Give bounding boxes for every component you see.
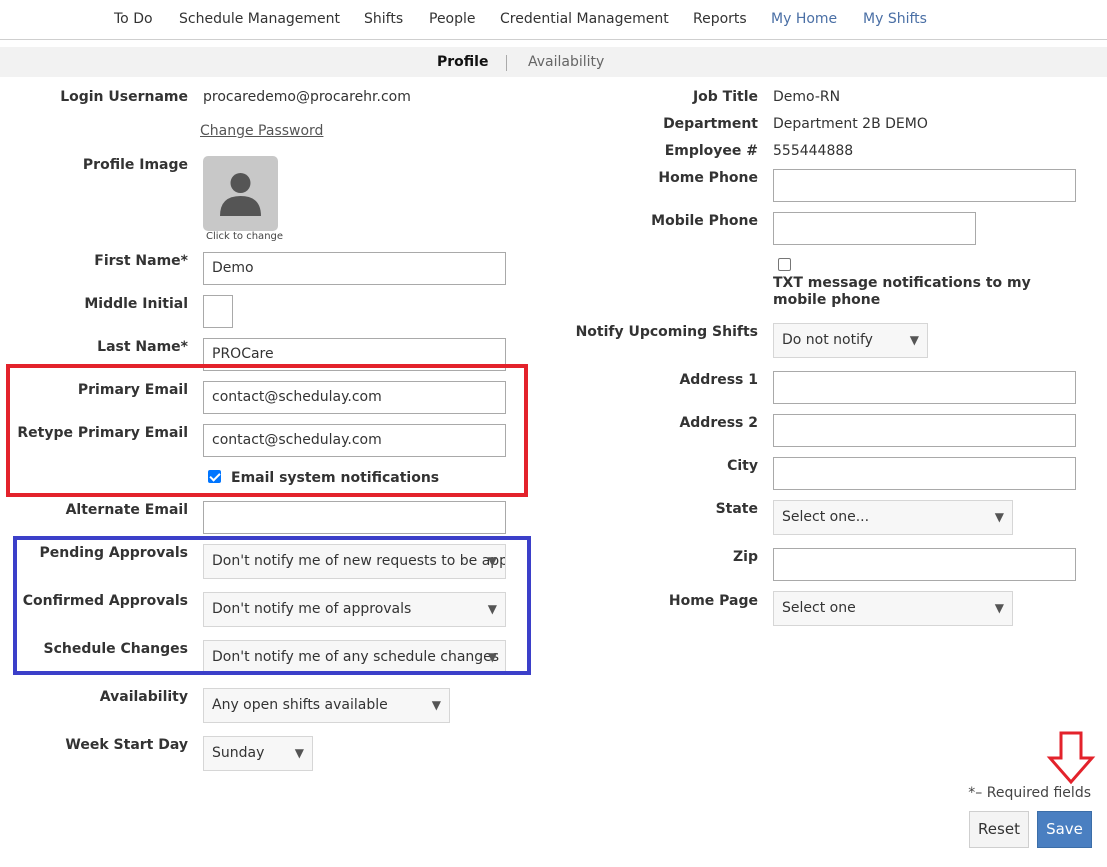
tab-availability[interactable]: Availability	[528, 54, 604, 70]
availability-value: Any open shifts available	[212, 697, 388, 713]
first-name-label: First Name*	[94, 253, 188, 269]
first-name-input[interactable]: Demo	[203, 252, 506, 285]
nav-credential-management[interactable]: Credential Management	[500, 11, 669, 27]
home-page-label: Home Page	[668, 593, 758, 609]
txt-notifications-checkbox[interactable]	[778, 258, 791, 271]
tab-divider	[506, 55, 507, 71]
state-label: State	[715, 501, 758, 517]
last-name-label: Last Name*	[97, 339, 188, 355]
address1-label: Address 1	[679, 372, 758, 388]
nav-shifts[interactable]: Shifts	[364, 11, 403, 27]
change-password-link[interactable]: Change Password	[200, 123, 323, 139]
week-start-label: Week Start Day	[65, 737, 188, 753]
home-page-value: Select one	[782, 600, 856, 616]
notify-shifts-select[interactable]: Do not notify ▼	[773, 323, 928, 358]
address1-input[interactable]	[773, 371, 1076, 404]
chevron-down-icon: ▼	[994, 601, 1004, 615]
state-value: Select one...	[782, 509, 870, 525]
login-username-label: Login Username	[60, 89, 188, 105]
alternate-email-label: Alternate Email	[65, 502, 188, 518]
home-phone-label: Home Phone	[658, 170, 758, 186]
zip-input[interactable]	[773, 548, 1076, 581]
save-button[interactable]: Save	[1037, 811, 1092, 848]
department-label: Department	[663, 116, 758, 132]
availability-select[interactable]: Any open shifts available ▼	[203, 688, 450, 723]
employee-number-label: Employee #	[664, 143, 758, 159]
city-label: City	[727, 458, 758, 474]
address2-label: Address 2	[679, 415, 758, 431]
alternate-email-input[interactable]	[203, 501, 506, 534]
chevron-down-icon: ▼	[994, 510, 1004, 524]
nav-schedule-management[interactable]: Schedule Management	[179, 11, 340, 27]
required-fields-note: *– Required fields	[968, 785, 1091, 801]
middle-initial-input[interactable]	[203, 295, 233, 328]
profile-image[interactable]	[203, 156, 278, 231]
job-title-value: Demo-RN	[773, 89, 841, 105]
nav-reports[interactable]: Reports	[693, 11, 747, 27]
nav-my-home[interactable]: My Home	[771, 11, 837, 27]
notify-shifts-value: Do not notify	[782, 332, 873, 348]
middle-initial-label: Middle Initial	[84, 296, 188, 312]
state-select[interactable]: Select one... ▼	[773, 500, 1013, 535]
week-start-value: Sunday	[212, 745, 265, 761]
login-username-value: procaredemo@procarehr.com	[203, 89, 411, 105]
home-page-select[interactable]: Select one ▼	[773, 591, 1013, 626]
mobile-phone-input[interactable]	[773, 212, 976, 245]
notify-shifts-label: Notify Upcoming Shifts	[575, 324, 758, 340]
email-highlight-box	[6, 364, 528, 497]
tab-profile[interactable]: Profile	[437, 54, 488, 70]
nav-my-shifts[interactable]: My Shifts	[863, 11, 927, 27]
profile-image-label: Profile Image	[82, 157, 188, 173]
zip-label: Zip	[733, 549, 758, 565]
week-start-select[interactable]: Sunday ▼	[203, 736, 313, 771]
notifications-highlight-box	[13, 536, 531, 675]
availability-label: Availability	[99, 689, 188, 705]
chevron-down-icon: ▼	[431, 698, 441, 712]
profile-subnav: Profile Availability	[0, 47, 1107, 77]
top-navigation: To Do Schedule Management Shifts People …	[0, 0, 1107, 40]
employee-number-value: 555444888	[773, 143, 854, 159]
nav-people[interactable]: People	[429, 11, 476, 27]
chevron-down-icon: ▼	[294, 746, 304, 760]
click-to-change-hint: Click to change	[206, 231, 284, 242]
department-value: Department 2B DEMO	[773, 116, 928, 132]
mobile-phone-label: Mobile Phone	[651, 213, 758, 229]
arrow-down-icon	[1046, 731, 1096, 785]
job-title-label: Job Title	[692, 89, 758, 105]
home-phone-input[interactable]	[773, 169, 1076, 202]
txt-notifications-label: TXT message notifications to my mobile p…	[773, 275, 1031, 308]
chevron-down-icon: ▼	[909, 333, 919, 347]
city-input[interactable]	[773, 457, 1076, 490]
nav-to-do[interactable]: To Do	[114, 11, 153, 27]
avatar-icon	[220, 173, 261, 216]
address2-input[interactable]	[773, 414, 1076, 447]
reset-button[interactable]: Reset	[969, 811, 1029, 848]
